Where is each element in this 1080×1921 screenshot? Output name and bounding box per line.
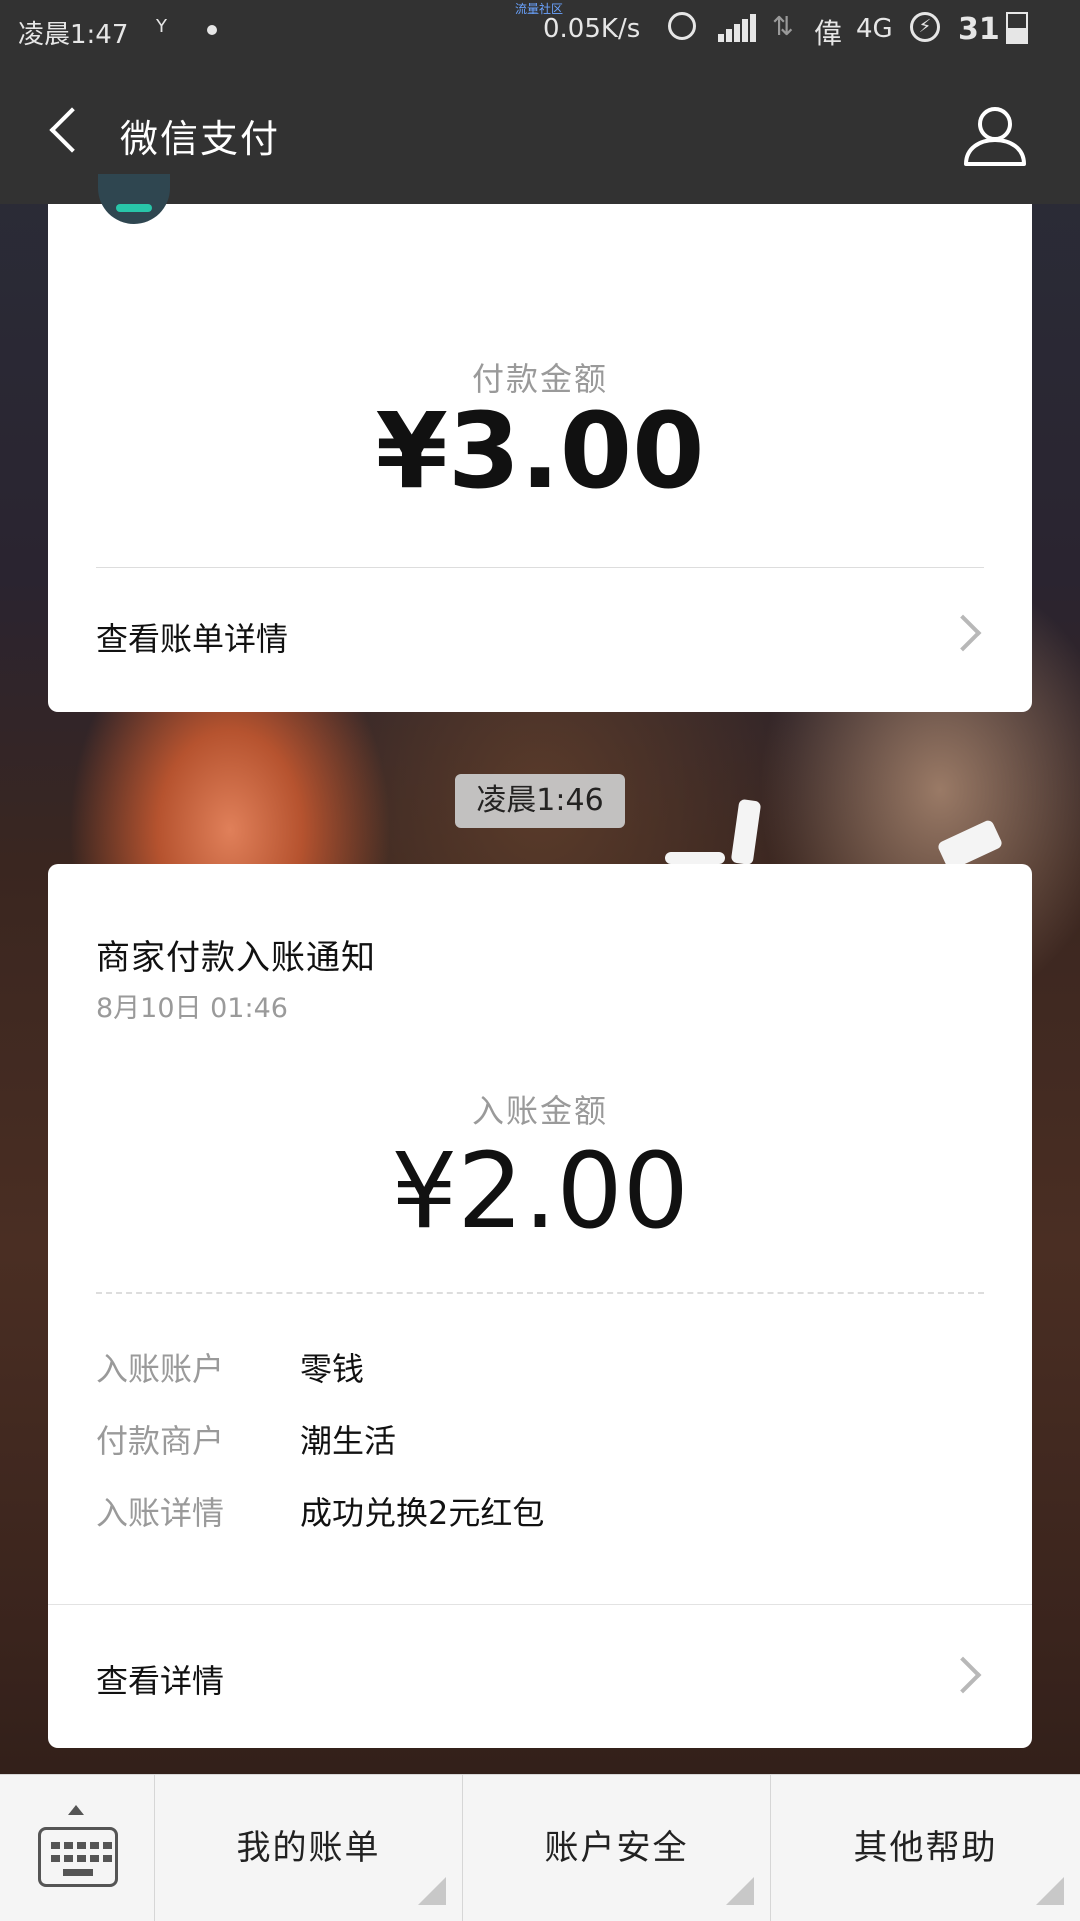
- bottom-menu: 我的账单 账户安全 其他帮助: [0, 1774, 1080, 1921]
- status-time: 凌晨1:47: [18, 20, 129, 50]
- menu-account-security[interactable]: 账户安全: [463, 1775, 771, 1921]
- background-brush-stroke: [665, 852, 725, 864]
- menu-label: 其他帮助: [853, 1828, 998, 1868]
- payment-amount: ¥3.00: [375, 390, 705, 512]
- submenu-indicator-icon: [418, 1877, 446, 1905]
- page-title: 微信支付: [120, 117, 281, 161]
- payment-card: 付款金额 ¥3.00 查看账单详情: [48, 174, 1032, 712]
- chevron-right-icon: [944, 1656, 982, 1694]
- submenu-indicator-icon: [726, 1877, 754, 1905]
- keyboard-icon: [38, 1827, 118, 1887]
- submenu-indicator-icon: [1036, 1877, 1064, 1905]
- signal-y-icon: Y: [156, 16, 167, 37]
- keyboard-toggle-button[interactable]: [0, 1775, 155, 1921]
- detail-key: 入账账户: [96, 1350, 225, 1388]
- person-icon: [964, 107, 1026, 166]
- network-speed: 0.05K/s: [543, 14, 641, 44]
- notice-title: 商家付款入账通知: [96, 938, 376, 978]
- divider: [96, 567, 984, 568]
- menu-my-bills[interactable]: 我的账单: [155, 1775, 463, 1921]
- alarm-icon: [668, 12, 696, 40]
- data-transfer-icon: ⇅: [772, 12, 794, 42]
- detail-value: 潮生活: [300, 1422, 397, 1460]
- detail-key: 付款商户: [96, 1422, 225, 1460]
- network-type: 4G: [856, 14, 893, 44]
- profile-button[interactable]: [960, 100, 1030, 170]
- merchant-avatar: [98, 174, 170, 224]
- view-details-label: 查看详情: [96, 1662, 225, 1700]
- chevron-right-icon: [944, 614, 982, 652]
- signal-bars-icon: [718, 14, 756, 42]
- detail-key: 入账详情: [96, 1494, 225, 1532]
- caret-up-icon: [68, 1805, 84, 1815]
- view-bill-details-label: 查看账单详情: [96, 620, 289, 658]
- view-details-link[interactable]: 查看详情: [96, 1646, 984, 1706]
- battery-icon: [1006, 12, 1028, 44]
- battery-level: 31: [958, 12, 1000, 47]
- message-timestamp: 凌晨1:46: [455, 774, 625, 828]
- menu-label: 账户安全: [544, 1828, 689, 1868]
- income-amount-label: 入账金额: [471, 1092, 608, 1130]
- dashed-divider: [96, 1292, 984, 1294]
- detail-value: 零钱: [300, 1350, 365, 1388]
- status-bar: 凌晨1:47 Y 流量社区 0.05K/s ⇅ 偉 4G ⚡ 31: [0, 0, 1080, 60]
- detail-value: 成功兑换2元红包: [300, 1494, 545, 1532]
- income-notice-card: 商家付款入账通知 8月10日 01:46 入账金额 ¥2.00 入账账户 零钱 …: [48, 864, 1032, 1748]
- back-button[interactable]: [36, 102, 96, 162]
- notice-date: 8月10日 01:46: [96, 993, 288, 1024]
- menu-label: 我的账单: [236, 1828, 381, 1868]
- income-amount: ¥2.00: [391, 1130, 689, 1252]
- carrier-name: 偉: [814, 17, 843, 50]
- notification-dot-icon: [207, 25, 217, 35]
- view-bill-details-link[interactable]: 查看账单详情: [96, 604, 984, 664]
- background-brush-stroke: [730, 798, 762, 866]
- divider: [48, 1604, 1032, 1605]
- menu-other-help[interactable]: 其他帮助: [771, 1775, 1080, 1921]
- charging-icon: ⚡: [910, 12, 940, 42]
